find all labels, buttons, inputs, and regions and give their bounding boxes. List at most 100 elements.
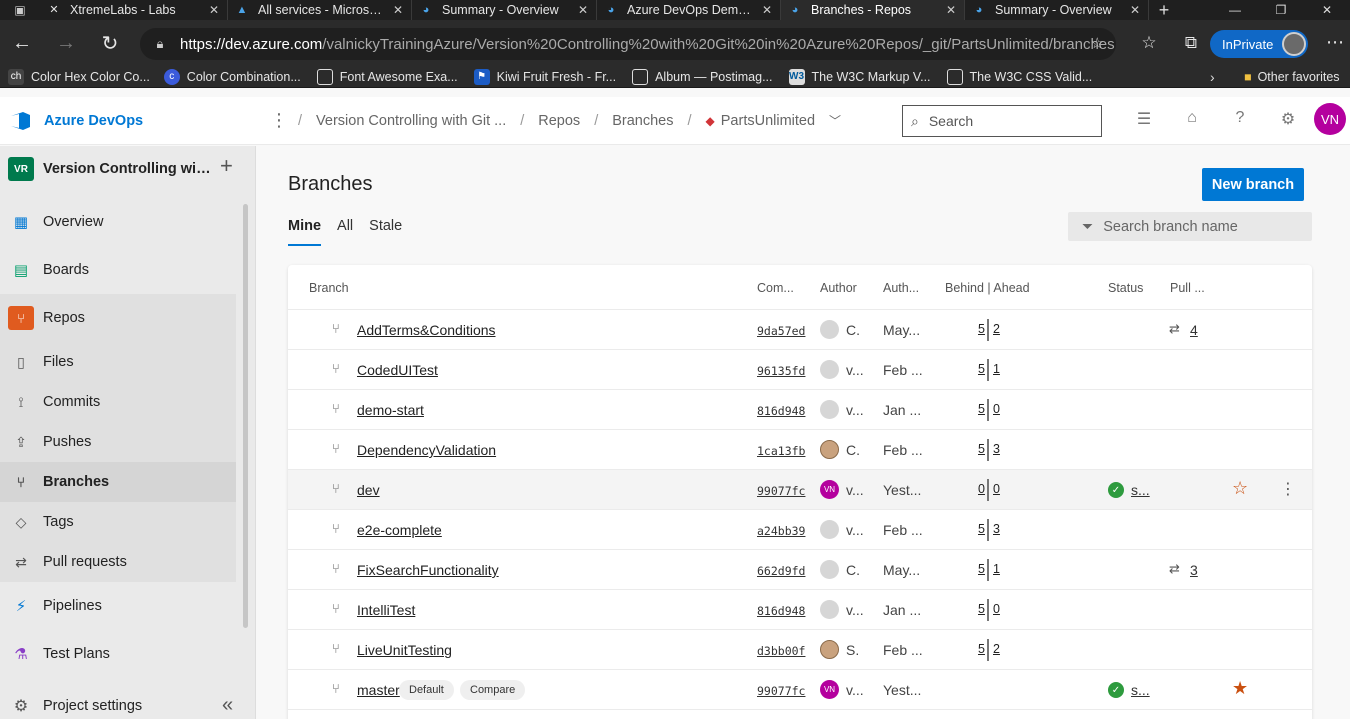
commit-link[interactable]: 662d9fd (757, 564, 805, 578)
browser-tab[interactable]: ◕ Summary - Overview ✕ (412, 0, 597, 20)
favorited-star-icon[interactable]: ★ (1232, 678, 1248, 699)
column-status[interactable]: Status (1108, 281, 1143, 295)
new-branch-button[interactable]: New branch (1202, 168, 1304, 201)
ahead-count-link[interactable]: 0 (993, 602, 1000, 616)
lock-icon[interactable]: 🔒︎ (140, 36, 180, 52)
commit-link[interactable]: 816d948 (757, 404, 805, 418)
marketplace-icon[interactable]: ⌂ (1168, 109, 1216, 129)
ahead-count-link[interactable]: 3 (993, 442, 1000, 456)
bookmark[interactable]: Font Awesome Exa... (316, 68, 458, 85)
column-pull-request[interactable]: Pull ... (1170, 281, 1205, 295)
ahead-count-link[interactable]: 1 (993, 562, 1000, 576)
behind-count-link[interactable]: 5 (978, 442, 985, 456)
breadcrumb-branches[interactable]: Branches (612, 113, 673, 129)
sidebar-item-branches[interactable]: ⑂ Branches (0, 462, 236, 502)
commit-link[interactable]: 96135fd (757, 364, 805, 378)
status-link[interactable]: s... (1131, 482, 1150, 498)
table-row[interactable]: ⑂ CodedUITest 96135fd v... Feb ... 5 1 (288, 350, 1312, 390)
address-bar[interactable]: 🔒︎ https://dev.azure.com /valnickyTraini… (140, 28, 1116, 60)
bookmark[interactable]: Album — Postimag... (632, 68, 773, 85)
search-input[interactable]: ⌕ Search (902, 105, 1102, 137)
project-header[interactable]: VR Version Controlling with Git in Azure… (8, 153, 248, 181)
bookmark[interactable]: ⚑ Kiwi Fruit Fresh - Fr... (473, 68, 616, 85)
behind-count-link[interactable]: 5 (978, 562, 985, 576)
behind-count-link[interactable]: 5 (978, 362, 985, 376)
sidebar-item-pull-requests[interactable]: ⇄ Pull requests (0, 542, 236, 582)
tab-actions-icon[interactable]: ▣ (0, 0, 40, 20)
table-row[interactable]: ⑂ e2e-complete a24bb39 v... Feb ... 5 3 (288, 510, 1312, 550)
behind-count-link[interactable]: 5 (978, 322, 985, 336)
column-author[interactable]: Author (820, 281, 857, 295)
commit-link[interactable]: 816d948 (757, 604, 805, 618)
branch-name-link[interactable]: CodedUITest (357, 362, 438, 378)
table-row[interactable]: ⑂ dev 99077fc VN v... Yest... 0 0 ✓ s... ☆ ⋮ (288, 470, 1312, 510)
sidebar-item-test-plans[interactable]: ⚗ Test Plans (0, 630, 236, 678)
browser-tab[interactable]: ◕ Azure DevOps Demo Generator ✕ (597, 0, 781, 20)
branch-name-link[interactable]: DependencyValidation (357, 442, 496, 458)
bookmark[interactable]: W3 The W3C Markup V... (788, 68, 931, 85)
column-authored-date[interactable]: Auth... (883, 281, 919, 295)
commit-link[interactable]: d3bb00f (757, 644, 805, 658)
project-settings-link[interactable]: ⚙ Project settings (8, 696, 142, 716)
minimize-icon[interactable]: — (1212, 0, 1258, 20)
chevron-down-icon[interactable]: ﹀ (829, 112, 841, 129)
branch-search-input[interactable]: ⏷ Search branch name (1068, 212, 1312, 241)
table-row[interactable]: ⑂ AddTerms&Conditions 9da57ed C. May... 5 2 ⇄ 4 (288, 310, 1312, 350)
chevron-right-icon[interactable]: › (1210, 69, 1215, 85)
breadcrumb-repos[interactable]: Repos (538, 113, 580, 129)
branch-name-link[interactable]: master (357, 682, 400, 698)
sidebar-item-commits[interactable]: ⟟ Commits (0, 382, 236, 422)
work-items-icon[interactable]: ☰ (1120, 109, 1168, 129)
help-icon[interactable]: ? (1216, 109, 1264, 129)
commit-link[interactable]: 99077fc (757, 684, 805, 698)
tab-mine[interactable]: Mine (288, 218, 322, 246)
collections-icon[interactable]: ⧉ (1170, 33, 1212, 53)
ahead-count-link[interactable]: 1 (993, 362, 1000, 376)
refresh-icon[interactable]: ↻ (88, 20, 132, 66)
commit-link[interactable]: a24bb39 (757, 524, 805, 538)
more-actions-icon[interactable]: ⋮ (1280, 479, 1296, 499)
commit-link[interactable]: 9da57ed (757, 324, 805, 338)
browser-tab[interactable]: ◕ Summary - Overview ✕ (965, 0, 1149, 20)
table-row[interactable]: ⑂ IntelliTest 816d948 v... Jan ... 5 0 (288, 590, 1312, 630)
pull-request-link[interactable]: 3 (1190, 562, 1198, 578)
ahead-count-link[interactable]: 0 (993, 482, 1000, 496)
sidebar-item-boards[interactable]: ▤ Boards (0, 246, 236, 294)
user-settings-icon[interactable]: ⚙ (1264, 109, 1312, 129)
back-icon[interactable]: ← (0, 20, 44, 66)
table-row[interactable]: ⑂ LiveUnitTesting d3bb00f S. Feb ... 5 2 (288, 630, 1312, 670)
column-commit[interactable]: Com... (757, 281, 794, 295)
sidebar-item-repos[interactable]: ⑂ Repos (0, 294, 236, 342)
close-window-icon[interactable]: ✕ (1304, 0, 1350, 20)
browser-tab[interactable]: ▲ All services - Microsoft Azure ✕ (228, 0, 412, 20)
user-avatar[interactable]: VN (1314, 103, 1346, 135)
forward-icon[interactable]: → (44, 20, 88, 66)
behind-count-link[interactable]: 5 (978, 402, 985, 416)
column-branch[interactable]: Branch (309, 281, 349, 295)
branch-name-link[interactable]: LiveUnitTesting (357, 642, 452, 658)
close-icon[interactable]: ✕ (762, 3, 772, 17)
inprivate-button[interactable]: InPrivate (1210, 30, 1308, 58)
ahead-count-link[interactable]: 0 (993, 402, 1000, 416)
branch-name-link[interactable]: demo-start (357, 402, 424, 418)
behind-count-link[interactable]: 0 (978, 482, 985, 496)
restore-icon[interactable]: ❐ (1258, 0, 1304, 20)
close-icon[interactable]: ✕ (578, 3, 588, 17)
sidebar-item-overview[interactable]: ▦ Overview (0, 198, 236, 246)
favorites-icon[interactable]: ☆ (1128, 33, 1170, 53)
branch-badge[interactable]: Compare (460, 680, 526, 700)
branch-name-link[interactable]: dev (357, 482, 380, 498)
sidebar-item-pipelines[interactable]: ⚡ Pipelines (0, 582, 236, 630)
collapse-sidebar-icon[interactable]: « (222, 694, 233, 717)
azure-devops-logo[interactable]: Azure DevOps (10, 111, 143, 131)
sidebar-item-tags[interactable]: ◇ Tags (0, 502, 236, 542)
browser-tab[interactable]: ✕ XtremeLabs - Labs ✕ (40, 0, 228, 20)
column-behind-ahead[interactable]: Behind | Ahead (945, 281, 1030, 295)
tab-stale[interactable]: Stale (369, 218, 402, 246)
behind-count-link[interactable]: 5 (978, 602, 985, 616)
table-row[interactable]: ⑂ FixSearchFunctionality 662d9fd C. May... 5 1… (288, 550, 1312, 590)
repo-selector[interactable]: PartsUnlimited (721, 113, 815, 129)
pull-request-link[interactable]: 4 (1190, 322, 1198, 338)
settings-more-icon[interactable]: ⋯ (1326, 32, 1344, 53)
bookmark[interactable]: The W3C CSS Valid... (946, 68, 1092, 85)
